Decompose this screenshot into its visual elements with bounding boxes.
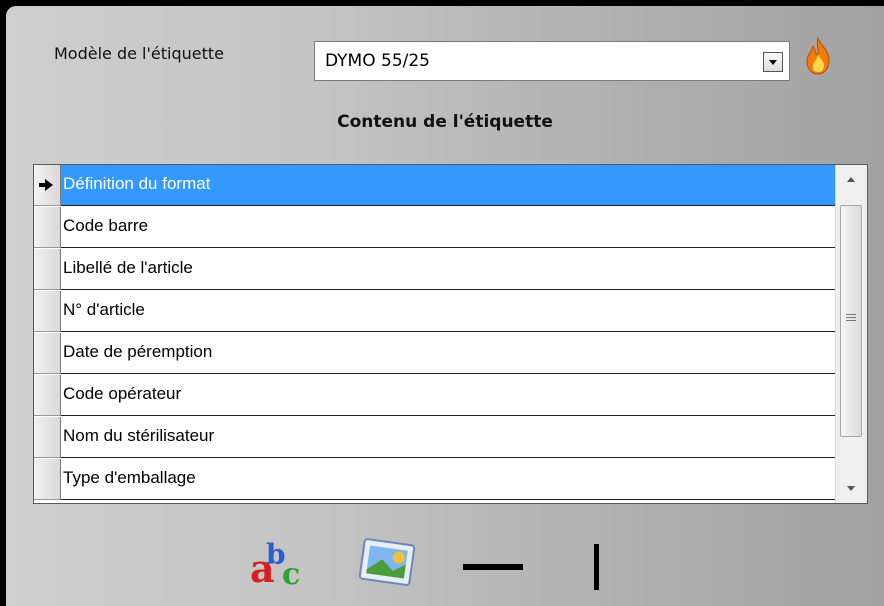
fire-icon[interactable]	[801, 36, 835, 76]
row-label[interactable]: Libellé de l'article	[61, 249, 835, 290]
row-header[interactable]	[34, 459, 61, 500]
row-header[interactable]	[34, 375, 61, 416]
label-settings-panel: Modèle de l'étiquette DYMO 55/25 Contenu…	[6, 6, 884, 606]
vertical-scrollbar[interactable]	[835, 165, 867, 503]
current-row-arrow-icon	[39, 179, 53, 191]
row-label[interactable]: Code barre	[61, 207, 835, 248]
row-label[interactable]: Type d'emballage	[61, 459, 835, 500]
grid-row[interactable]: Code opérateur	[34, 375, 835, 417]
grid-row[interactable]: Code barre	[34, 207, 835, 249]
row-label[interactable]: Nom du stérilisateur	[61, 417, 835, 458]
add-text-icon[interactable]: a b c	[246, 530, 312, 590]
chevron-down-icon[interactable]	[763, 52, 783, 72]
vertical-line-icon[interactable]	[594, 544, 599, 590]
row-label[interactable]: Code opérateur	[61, 375, 835, 416]
grid-row[interactable]: Définition du format	[34, 165, 835, 207]
grid-row[interactable]: Libellé de l'article	[34, 249, 835, 291]
grid-row[interactable]: Nom du stérilisateur	[34, 417, 835, 459]
content-grid: Définition du format Code barre Libellé de…	[33, 164, 868, 504]
grid-row[interactable]: Date de péremption	[34, 333, 835, 375]
content-title: Contenu de l'étiquette	[337, 112, 553, 132]
row-label[interactable]: N° d'article	[61, 291, 835, 332]
grid-row[interactable]: Type d'emballage	[34, 459, 835, 501]
row-header[interactable]	[34, 333, 61, 374]
row-header[interactable]	[34, 165, 61, 206]
horizontal-line-icon[interactable]	[463, 564, 523, 570]
scroll-down-icon[interactable]	[836, 473, 867, 503]
scroll-thumb[interactable]	[840, 205, 862, 437]
scroll-up-icon[interactable]	[836, 165, 867, 195]
row-header[interactable]	[34, 207, 61, 248]
svg-text:c: c	[282, 557, 300, 590]
row-header[interactable]	[34, 417, 61, 458]
model-select[interactable]: DYMO 55/25	[314, 41, 790, 81]
row-header[interactable]	[34, 249, 61, 290]
row-label[interactable]: Date de péremption	[61, 333, 835, 374]
row-header[interactable]	[34, 291, 61, 332]
model-label: Modèle de l'étiquette	[54, 44, 224, 63]
grid-row[interactable]: N° d'article	[34, 291, 835, 333]
add-image-icon[interactable]	[358, 536, 418, 588]
model-select-value: DYMO 55/25	[325, 51, 430, 71]
row-label[interactable]: Définition du format	[61, 165, 835, 206]
